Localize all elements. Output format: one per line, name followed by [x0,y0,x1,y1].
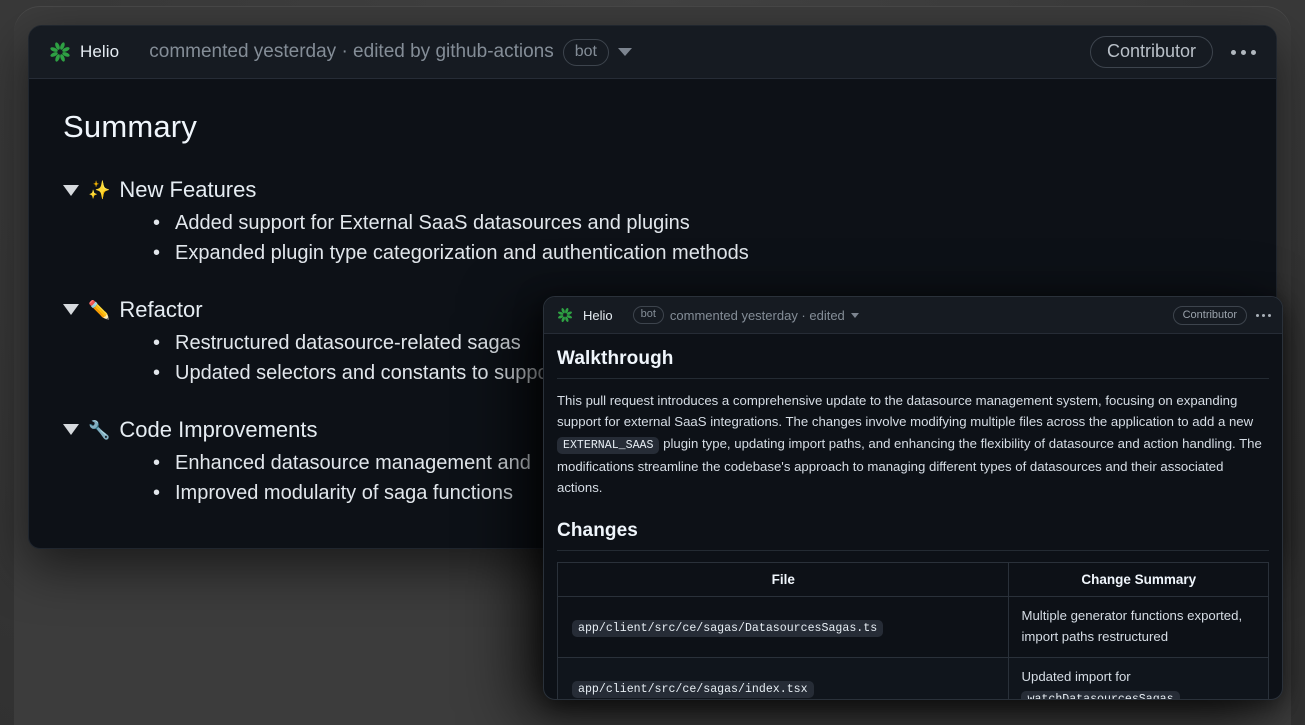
overlay-comment-meta: bot commented yesterday · edited [632,305,859,325]
disclosure-triangle-icon[interactable] [63,184,79,196]
group-title: New Features [119,177,257,202]
sparkles-emoji: ✨ [88,180,111,200]
pencil-emoji: ✏️ [88,299,111,320]
walkthrough-text-part1: This pull request introduces a comprehen… [557,393,1254,430]
cell-change-summary: Updated import for watchDatasourcesSagas [1008,656,1269,699]
group-title: Code Improvements [119,416,318,442]
cell-change-summary: Multiple generator functions exported, i… [1008,596,1269,658]
status-badge: Contributor [1089,36,1213,68]
inline-code-watch-datasources-sagas: watchDatasourcesSagas [1021,690,1180,699]
bullet-list: Added support for External SaaS datasour… [63,208,1242,269]
desktop-backdrop: Helio commented yesterday · edited by gi… [0,0,1305,725]
walkthrough-paragraph: This pull request introduces a comprehen… [557,390,1269,498]
wrench-emoji: 🔧 [88,419,111,440]
bot-pill: bot [562,38,609,66]
overflow-menu-icon[interactable] [1229,46,1258,59]
comment-meta-text: commented yesterday · edited by github-a… [149,41,554,62]
chevron-down-icon[interactable] [618,48,632,56]
bot-pill: bot [632,305,664,325]
group-header[interactable]: ✨ New Features [63,177,1242,203]
brand-name: Helio [583,307,613,323]
walkthrough-text-part2: plugin type, updating import paths, and … [557,435,1262,495]
summary-lead-text: Updated import for [1021,669,1131,684]
file-path-code: app/client/src/ce/sagas/DatasourcesSagas… [572,620,884,638]
inline-code-external-saas: EXTERNAL_SAAS [557,436,660,454]
table-row: app/client/src/ce/sagas/DatasourcesSagas… [556,596,1269,658]
overlay-body: Walkthrough This pull request introduces… [544,334,1282,699]
page-title: Summary [63,109,198,144]
chevron-down-icon[interactable] [850,312,859,318]
comment-meta-text: commented yesterday · edited [669,307,845,323]
cell-file-path: app/client/src/ce/sagas/index.tsx [556,656,1010,699]
helio-pinwheel-logo [49,41,71,63]
changes-table: File Change Summary app/client/src/ce/sa… [556,562,1269,699]
overflow-menu-icon[interactable] [1256,313,1271,317]
brand-name: Helio [80,42,120,61]
column-header-file: File [556,562,1010,598]
disclosure-triangle-icon[interactable] [63,304,79,316]
header-right-group: Contributor [1089,36,1258,68]
status-badge: Contributor [1172,305,1247,325]
comment-meta: commented yesterday · edited by github-a… [149,38,1076,66]
helio-pinwheel-logo [557,307,573,323]
table-header-row: File Change Summary [556,562,1269,598]
summary-group-new-features: ✨ New Features Added support for Externa… [63,177,1242,269]
overlay-header: Helio bot commented yesterday · edited C… [544,297,1282,334]
cell-file-path: app/client/src/ce/sagas/DatasourcesSagas… [556,596,1010,658]
overlay-comment-panel: Helio bot commented yesterday · edited C… [543,296,1283,700]
column-header-change-summary: Change Summary [1008,562,1269,598]
list-item: Added support for External SaaS datasour… [153,208,1242,239]
brand-block: Helio [49,41,119,63]
changes-heading: Changes [557,520,1269,552]
walkthrough-heading: Walkthrough [557,348,1269,379]
disclosure-triangle-icon[interactable] [63,424,79,436]
group-title: Refactor [119,296,203,322]
overlay-header-right: Contributor [1172,305,1271,325]
list-item: Expanded plugin type categorization and … [153,238,1242,269]
table-row: app/client/src/ce/sagas/index.tsx Update… [556,656,1269,699]
main-card-header: Helio commented yesterday · edited by gi… [29,26,1276,79]
file-path-code: app/client/src/ce/sagas/index.tsx [572,681,814,699]
